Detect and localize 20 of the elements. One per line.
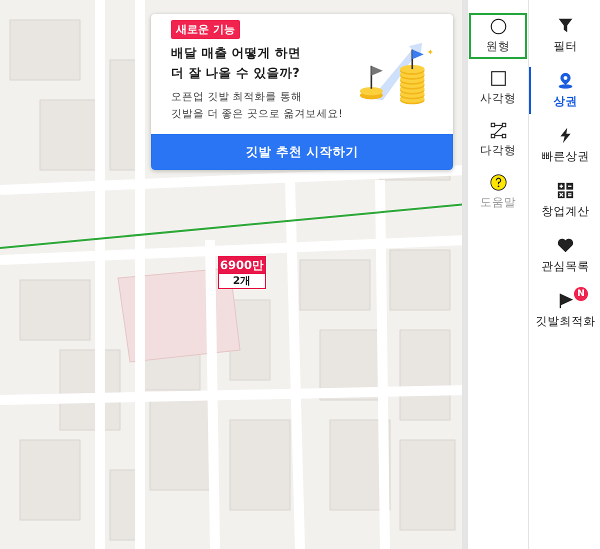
location-pin-icon	[557, 72, 574, 89]
marker-count: 2개	[232, 274, 252, 288]
new-badge: N	[574, 287, 588, 301]
filter-icon	[557, 17, 574, 34]
square-icon	[490, 70, 506, 87]
draw-tool-button[interactable]: 원형	[469, 13, 527, 59]
start-recommendation-button[interactable]: 깃발 추천 시작하기	[151, 134, 453, 170]
polygon-icon	[490, 122, 506, 139]
promo-description: 오픈업 깃발 최적화를 통해	[171, 90, 304, 105]
promo-headline: 배달 매출 어떻게 하면	[171, 44, 302, 62]
price-marker[interactable]: 6900만 2개	[218, 256, 266, 289]
promo-headline: 더 잘 나올 수 있을까?	[171, 64, 301, 82]
promo-description: 깃발을 더 좋은 곳으로 옮겨보세요!	[171, 107, 344, 122]
circle-icon	[490, 18, 506, 35]
help-icon	[490, 174, 506, 191]
new-feature-badge: 새로운 기능	[171, 20, 240, 39]
heart-icon	[557, 237, 574, 254]
marker-price: 6900만	[219, 257, 265, 274]
calculator-icon	[557, 182, 574, 199]
flag-icon	[557, 292, 574, 309]
